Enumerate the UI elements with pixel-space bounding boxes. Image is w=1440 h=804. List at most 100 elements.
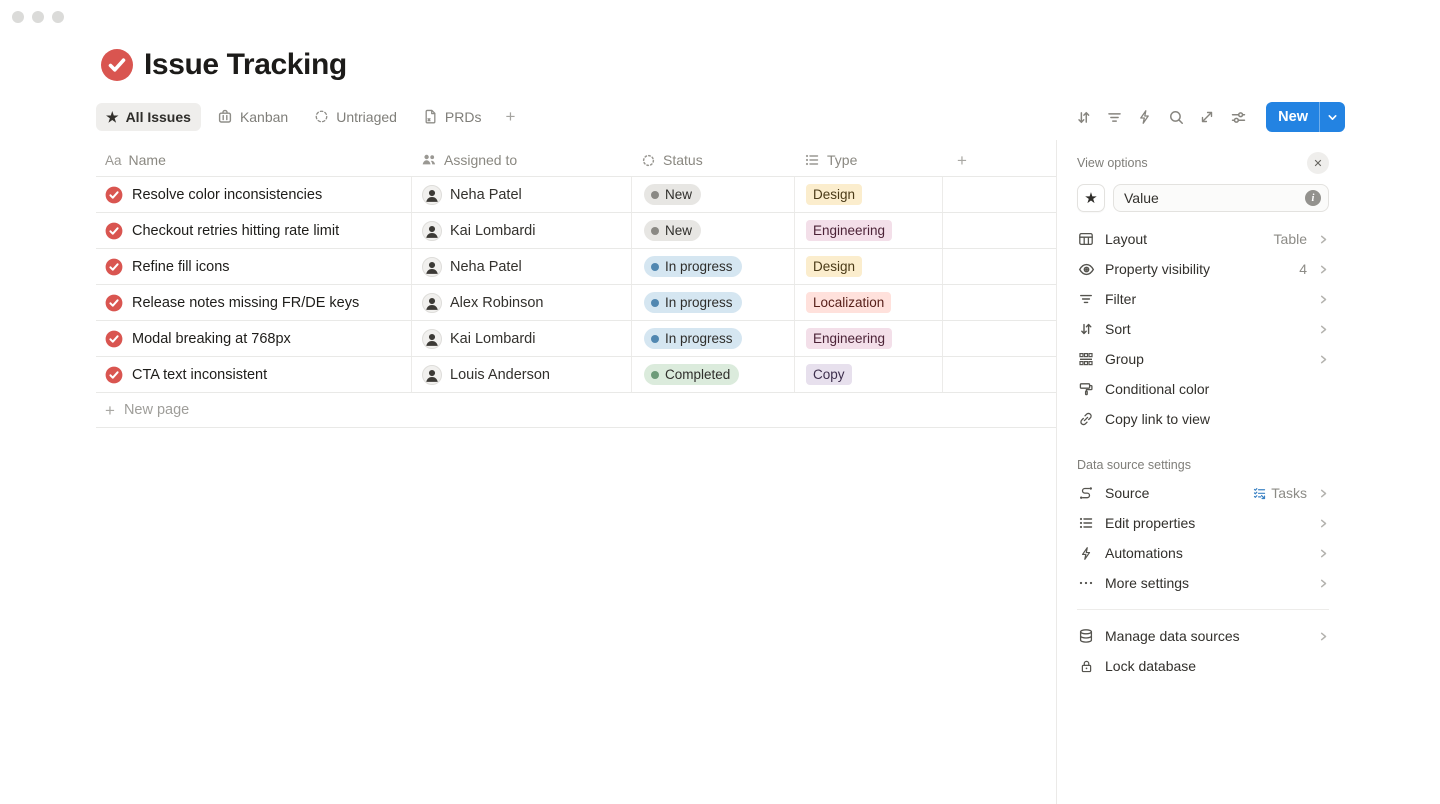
cell-empty[interactable]: [943, 285, 1056, 320]
menu-label: Property visibility: [1105, 261, 1289, 277]
cell-type[interactable]: Localization: [795, 285, 943, 320]
tab-untriaged[interactable]: Untriaged: [304, 103, 407, 131]
cell-assigned-to[interactable]: Neha Patel: [412, 177, 632, 212]
cell-type[interactable]: Copy: [795, 357, 943, 392]
add-column-button[interactable]: +: [943, 144, 1056, 176]
favorite-star-button[interactable]: ★: [1077, 184, 1105, 212]
menu-item-automations[interactable]: Automations: [1077, 538, 1329, 568]
status-badge: New: [644, 184, 701, 205]
check-circle-icon: [105, 186, 123, 204]
window-minimize-dot[interactable]: [32, 11, 44, 23]
group-grid-icon: [1077, 351, 1095, 367]
add-view-button[interactable]: +: [497, 105, 523, 129]
cell-empty[interactable]: [943, 177, 1056, 212]
column-header-assigned-to[interactable]: Assigned to: [412, 144, 632, 176]
column-header-status[interactable]: Status: [632, 144, 795, 176]
cell-name[interactable]: CTA text inconsistent: [96, 357, 412, 392]
cell-name[interactable]: Checkout retries hitting rate limit: [96, 213, 412, 248]
menu-item-lock-database[interactable]: Lock database: [1077, 651, 1329, 681]
menu-item-source[interactable]: Source Tasks: [1077, 478, 1329, 508]
menu-value: 4: [1299, 261, 1307, 277]
cell-empty[interactable]: [943, 213, 1056, 248]
cell-type[interactable]: Design: [795, 249, 943, 284]
chevron-right-icon: [1317, 264, 1329, 275]
settings-sliders-icon[interactable]: [1229, 108, 1247, 126]
table-layout-icon: [1077, 231, 1095, 247]
status-badge: In progress: [644, 328, 742, 349]
cell-empty[interactable]: [943, 249, 1056, 284]
new-page-row[interactable]: + New page: [96, 393, 1056, 428]
menu-item-conditional-color[interactable]: Conditional color: [1077, 374, 1329, 404]
link-icon: [1077, 411, 1095, 427]
page-check-circle-icon[interactable]: [100, 48, 134, 82]
cell-status[interactable]: New: [632, 177, 795, 212]
type-label: Localization: [813, 295, 884, 310]
cell-assigned-to[interactable]: Kai Lombardi: [412, 321, 632, 356]
search-icon[interactable]: [1167, 108, 1185, 126]
chevron-right-icon: [1317, 354, 1329, 365]
table-row: Refine fill icons Neha Patel In progress…: [96, 249, 1056, 285]
column-label: Name: [129, 152, 166, 168]
paint-roller-icon: [1077, 381, 1095, 397]
menu-item-sort[interactable]: Sort: [1077, 314, 1329, 344]
cell-name[interactable]: Refine fill icons: [96, 249, 412, 284]
sort-arrows-icon[interactable]: [1074, 108, 1092, 126]
cell-assigned-to[interactable]: Alex Robinson: [412, 285, 632, 320]
cell-status[interactable]: In progress: [632, 321, 795, 356]
panel-title: View options: [1077, 156, 1148, 170]
cell-empty[interactable]: [943, 321, 1056, 356]
view-options-panel: View options ✕ ★ i Layout Table Property…: [1056, 140, 1440, 804]
chevron-right-icon: [1317, 578, 1329, 589]
tab-kanban[interactable]: Kanban: [207, 103, 298, 131]
menu-item-copy-link[interactable]: Copy link to view: [1077, 404, 1329, 434]
menu-label: Conditional color: [1105, 381, 1329, 397]
cell-name[interactable]: Resolve color inconsistencies: [96, 177, 412, 212]
automations-bolt-icon[interactable]: [1136, 108, 1154, 126]
assignee-name: Kai Lombardi: [450, 223, 535, 239]
cell-status[interactable]: In progress: [632, 249, 795, 284]
table-row: Release notes missing FR/DE keys Alex Ro…: [96, 285, 1056, 321]
cell-type[interactable]: Engineering: [795, 213, 943, 248]
menu-item-layout[interactable]: Layout Table: [1077, 224, 1329, 254]
cell-assigned-to[interactable]: Kai Lombardi: [412, 213, 632, 248]
column-header-name[interactable]: Aa Name: [96, 144, 412, 176]
window-zoom-dot[interactable]: [52, 11, 64, 23]
tab-prds[interactable]: PRDs: [413, 103, 492, 131]
table-row: Checkout retries hitting rate limit Kai …: [96, 213, 1056, 249]
cell-assigned-to[interactable]: Neha Patel: [412, 249, 632, 284]
menu-item-property-visibility[interactable]: Property visibility 4: [1077, 254, 1329, 284]
cell-status[interactable]: Completed: [632, 357, 795, 392]
cell-status[interactable]: New: [632, 213, 795, 248]
chevron-right-icon: [1317, 631, 1329, 642]
cell-name[interactable]: Modal breaking at 768px: [96, 321, 412, 356]
cell-assigned-to[interactable]: Louis Anderson: [412, 357, 632, 392]
status-label: Completed: [665, 367, 730, 382]
assignee-name: Kai Lombardi: [450, 331, 535, 347]
menu-item-group[interactable]: Group: [1077, 344, 1329, 374]
column-header-type[interactable]: Type: [795, 144, 943, 176]
new-button[interactable]: New: [1266, 109, 1319, 125]
cell-name[interactable]: Release notes missing FR/DE keys: [96, 285, 412, 320]
menu-item-filter[interactable]: Filter: [1077, 284, 1329, 314]
menu-item-more-settings[interactable]: More settings: [1077, 568, 1329, 598]
window-close-dot[interactable]: [12, 11, 24, 23]
view-name-field[interactable]: i: [1113, 184, 1329, 212]
new-dropdown-button[interactable]: [1319, 102, 1345, 132]
tab-all-issues[interactable]: ★ All Issues: [96, 103, 201, 131]
cell-empty[interactable]: [943, 357, 1056, 392]
cell-type[interactable]: Design: [795, 177, 943, 212]
view-name-input[interactable]: [1124, 190, 1305, 206]
database-icon: [1077, 628, 1095, 644]
expand-icon[interactable]: [1198, 108, 1216, 126]
filter-icon[interactable]: [1105, 108, 1123, 126]
menu-item-edit-properties[interactable]: Edit properties: [1077, 508, 1329, 538]
new-page-label: New page: [124, 402, 189, 418]
status-label: New: [665, 223, 692, 238]
text-property-icon: Aa: [105, 153, 122, 168]
close-icon[interactable]: ✕: [1307, 152, 1329, 174]
assignee-name: Neha Patel: [450, 259, 522, 275]
type-badge: Engineering: [806, 328, 892, 349]
cell-status[interactable]: In progress: [632, 285, 795, 320]
menu-item-manage-data-sources[interactable]: Manage data sources: [1077, 621, 1329, 651]
cell-type[interactable]: Engineering: [795, 321, 943, 356]
